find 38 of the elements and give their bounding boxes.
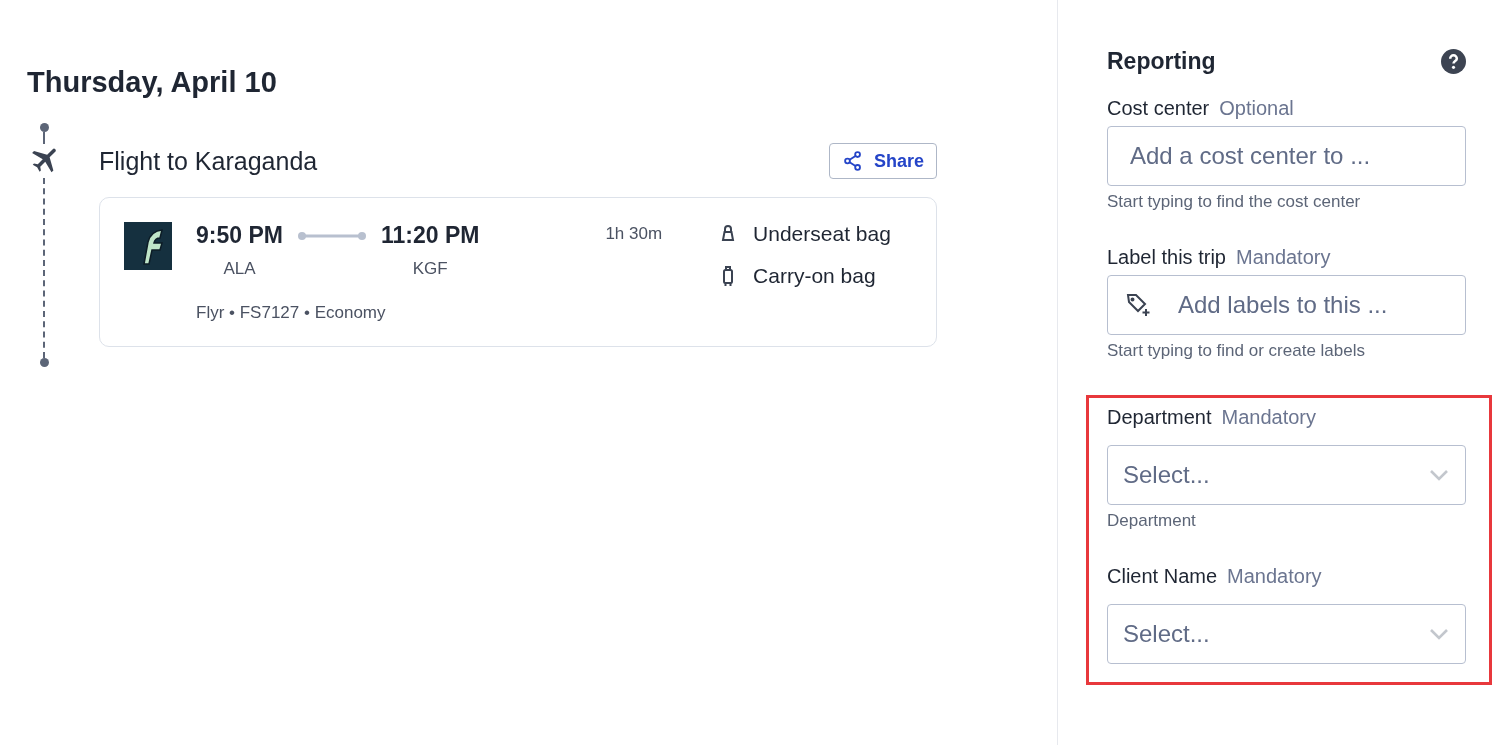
departure-time: 9:50 PM	[196, 222, 283, 249]
timeline-line	[43, 132, 45, 144]
route-line	[296, 231, 367, 241]
chevron-down-icon	[1429, 469, 1449, 481]
day-heading: Thursday, April 10	[27, 66, 278, 99]
flight-duration: 1h 30m	[605, 224, 663, 245]
flight-title: Flight to Karaganda	[99, 146, 318, 176]
select-dropdown[interactable]: Select...	[1107, 604, 1466, 664]
requirement-label: Mandatory	[1227, 565, 1322, 588]
field-hint: Department	[1107, 511, 1197, 531]
departure-airport: ALA	[223, 259, 256, 279]
help-icon[interactable]	[1441, 49, 1466, 74]
share-button[interactable]: Share	[828, 143, 937, 179]
cost-center-field[interactable]: Add a cost center to ...	[1107, 126, 1466, 186]
field-label: Client Name	[1107, 565, 1218, 588]
field-hint: Start typing to find or create labels	[1107, 341, 1366, 361]
requirement-label: Optional	[1219, 97, 1294, 120]
labels-field[interactable]: Add labels to this ...	[1107, 275, 1466, 335]
share-icon	[841, 150, 864, 172]
reporting-title: Reporting	[1107, 48, 1216, 75]
airline-logo	[124, 222, 172, 270]
bag-label: Underseat bag	[753, 222, 891, 246]
flight-details: Flyr • FS7127 • Economy	[196, 303, 387, 323]
arrival-airport: KGF	[412, 259, 448, 279]
timeline-dot	[39, 358, 49, 367]
bag-icon	[720, 224, 737, 244]
field-label: Cost center	[1107, 97, 1210, 120]
field-label: Department	[1107, 406, 1212, 429]
bag-label: Carry-on bag	[753, 264, 876, 288]
chevron-down-icon	[1429, 628, 1449, 640]
requirement-label: Mandatory	[1235, 246, 1331, 269]
select-dropdown[interactable]: Select...	[1107, 445, 1466, 505]
requirement-label: Mandatory	[1221, 406, 1316, 429]
arrival-time: 11:20 PM	[380, 222, 480, 249]
field-hint: Start typing to find the cost center	[1107, 192, 1362, 212]
tag-plus-icon	[1125, 292, 1151, 318]
timeline-dot	[39, 123, 49, 132]
field-label: Label this trip	[1107, 246, 1226, 269]
